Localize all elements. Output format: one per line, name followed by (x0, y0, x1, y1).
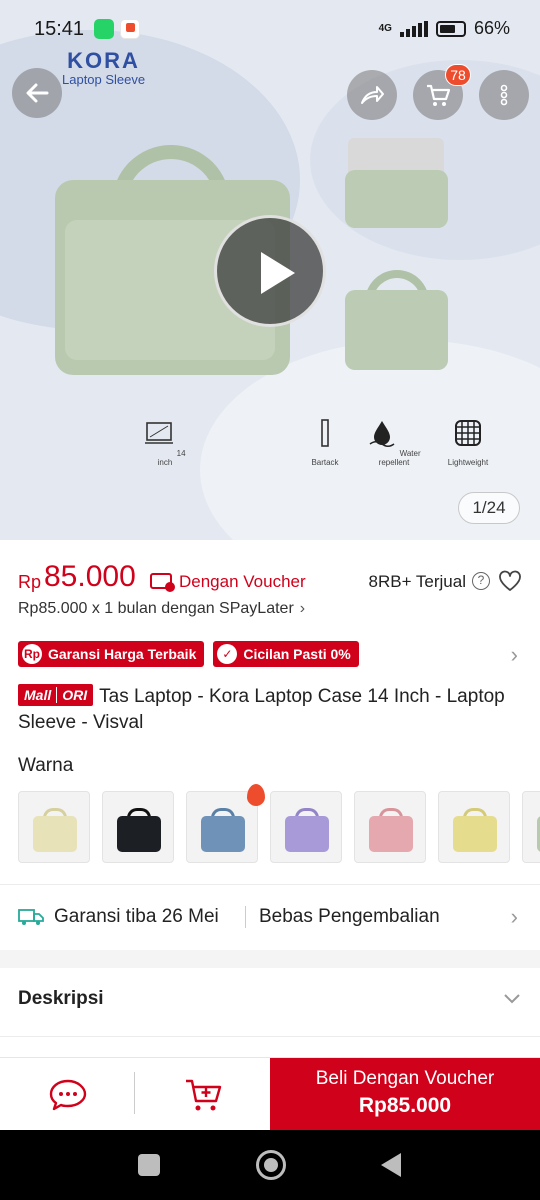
buy-price: Rp85.000 (358, 1094, 452, 1117)
paylater-text: Rp85.000 x 1 bulan dengan SPayLater (18, 600, 294, 617)
water-drop-icon (369, 421, 395, 447)
swatch-green[interactable] (522, 791, 540, 863)
more-vertical-icon (500, 84, 508, 106)
heart-icon[interactable] (498, 570, 522, 592)
help-icon[interactable]: ? (472, 572, 490, 590)
share-icon (361, 86, 384, 104)
home-button[interactable] (256, 1150, 286, 1180)
recents-button[interactable] (138, 1154, 160, 1176)
divider (0, 884, 540, 885)
buy-label: Beli Dengan Voucher (315, 1068, 495, 1089)
check-icon: ✓ (217, 644, 238, 664)
chevron-right-icon: › (510, 904, 518, 929)
network-type: 4G (378, 23, 392, 34)
lightweight-icon (455, 420, 481, 446)
sold-count: 8RB+ Terjual (368, 572, 467, 591)
buy-with-voucher-button[interactable]: Beli Dengan Voucher Rp85.000 (270, 1058, 540, 1131)
swatch-cream[interactable] (18, 791, 90, 863)
voucher-icon (150, 573, 175, 592)
more-options-button[interactable] (479, 70, 529, 120)
brand-subtitle: Laptop Sleeve (62, 72, 146, 87)
chat-button[interactable] (0, 1058, 134, 1131)
play-video-button[interactable] (214, 215, 326, 327)
back-nav-button[interactable] (381, 1153, 401, 1177)
flame-icon (247, 784, 265, 806)
status-time: 15:41 (34, 18, 85, 40)
badge-best-price: Rp Garansi Harga Terbaik (18, 641, 205, 667)
chevron-right-icon[interactable]: › (511, 642, 518, 668)
price-tag-icon: Rp (22, 644, 42, 664)
bartack-icon (321, 419, 329, 447)
back-button[interactable] (12, 68, 62, 118)
battery-level: 66% (473, 18, 510, 38)
whatsapp-notification-icon (94, 19, 114, 39)
section-gap (0, 950, 540, 968)
add-to-cart-button[interactable] (135, 1058, 270, 1131)
signal-icon (399, 20, 428, 37)
paylater-link[interactable]: Rp85.000 x 1 bulan dengan SPayLater › (18, 600, 305, 618)
bottom-action-bar: Beli Dengan Voucher Rp85.000 (0, 1057, 540, 1131)
battery-icon (435, 20, 466, 37)
bag-side-image (345, 170, 448, 228)
badge-installment: ✓ Cicilan Pasti 0% (213, 641, 359, 667)
truck-icon (18, 909, 44, 925)
swatch-black[interactable] (102, 791, 174, 863)
guarantee-badges[interactable]: Rp Garansi Harga Terbaik ✓ Cicilan Pasti… (18, 641, 359, 667)
free-returns: Bebas Pengembalian (259, 906, 440, 927)
price-currency: Rp (18, 572, 42, 592)
price-row: Rp 85.000 Dengan Voucher 8RB+ Terjual ? (18, 560, 522, 600)
brand-logo: KORA Laptop Sleeve (62, 48, 145, 87)
delivery-guarantee: Garansi tiba 26 Mei (54, 906, 219, 927)
status-right: 4G 66% (379, 18, 510, 39)
cart-count-badge: 78 (445, 64, 471, 86)
swatch-yellow[interactable] (438, 791, 510, 863)
system-nav-bar (0, 1130, 540, 1200)
product-image-carousel[interactable]: 15:41 4G 66% KORA Laptop Sleeve 78 14 in… (0, 0, 540, 540)
cart-icon (427, 84, 451, 106)
image-counter: 1/24 (458, 492, 520, 524)
chevron-right-icon: › (299, 600, 306, 617)
shipping-row[interactable]: Garansi tiba 26 Mei Bebas Pengembalian › (18, 898, 522, 938)
variant-label: Warna (18, 755, 74, 776)
product-page: 15:41 4G 66% KORA Laptop Sleeve 78 14 in… (0, 0, 540, 1200)
variant-swatches (18, 784, 540, 863)
description-row[interactable]: Deskripsi (18, 988, 522, 1018)
swatch-blue[interactable] (186, 784, 265, 863)
swatch-purple[interactable] (270, 791, 342, 863)
feature-size: 14 inch (140, 418, 190, 467)
description-label: Deskripsi (18, 988, 104, 1009)
chat-icon (49, 1079, 87, 1111)
cart-button[interactable]: 78 (413, 64, 471, 120)
price-amount: 85.000 (44, 560, 136, 593)
feature-bartack: Bartack (302, 418, 348, 467)
laptop-size-icon (145, 422, 174, 444)
chevron-down-icon (504, 994, 520, 1004)
separator (245, 906, 246, 928)
voucher-label: Dengan Voucher (179, 572, 306, 591)
feature-lightweight: Lightweight (440, 418, 496, 467)
arrow-left-icon (26, 83, 49, 103)
mall-ori-tag: Mall ORI (18, 684, 94, 706)
shopeepay-notification-icon (120, 19, 140, 39)
brand-name: KORA (67, 48, 140, 73)
add-to-cart-icon (186, 1079, 222, 1111)
badge-label: Garansi Harga Terbaik (48, 646, 197, 662)
swatch-pink[interactable] (354, 791, 426, 863)
bag-front-image (345, 290, 448, 370)
divider (0, 1036, 540, 1037)
product-title: Mall ORI Tas Laptop - Kora Laptop Case 14 … (18, 684, 518, 736)
share-button[interactable] (347, 70, 397, 120)
badge-label: Cicilan Pasti 0% (243, 646, 351, 662)
feature-water: Water repellent (362, 418, 426, 467)
